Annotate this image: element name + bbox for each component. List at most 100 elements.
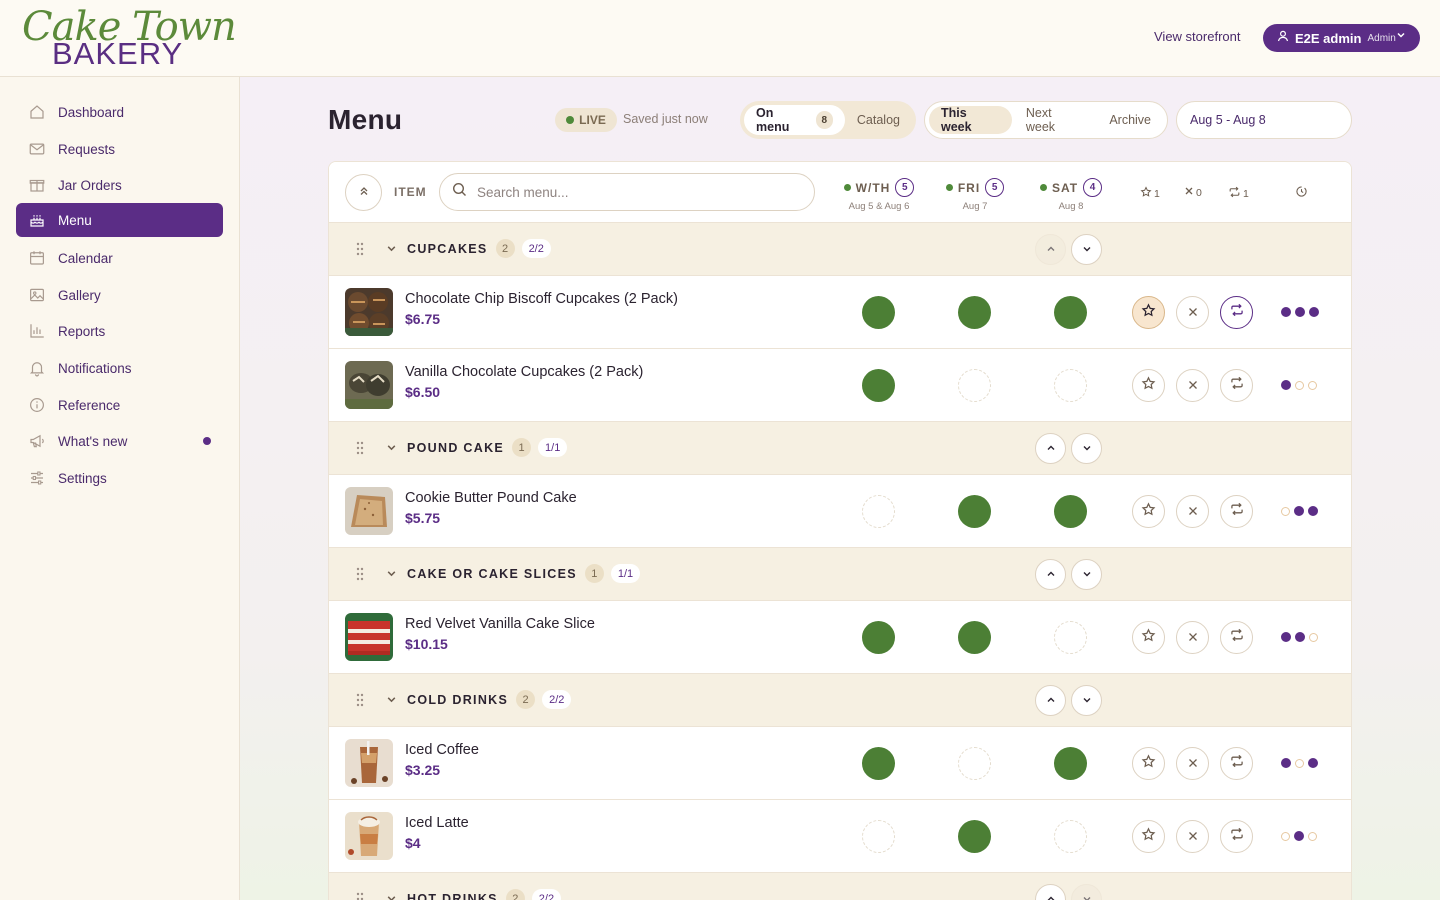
drag-handle-icon[interactable] <box>356 892 364 900</box>
chevron-down-icon[interactable] <box>386 241 397 259</box>
filled-dot <box>1308 506 1318 516</box>
remove-button[interactable] <box>1176 369 1209 402</box>
chevron-up-icon <box>1046 891 1056 900</box>
move-category-up-button[interactable] <box>1035 685 1066 716</box>
drag-handle-icon[interactable] <box>356 567 364 586</box>
chevron-down-icon[interactable] <box>386 692 397 710</box>
item-name[interactable]: Red Velvet Vanilla Cake Slice <box>405 616 595 632</box>
repeat-icon <box>1229 303 1245 322</box>
sidebar-item-menu[interactable]: Menu <box>16 203 223 237</box>
day-toggle-fri[interactable] <box>958 747 991 780</box>
move-category-down-button[interactable] <box>1071 685 1102 716</box>
day-header-fri[interactable]: FRI 5 Aug 7 <box>930 178 1020 212</box>
favorite-button[interactable] <box>1132 820 1165 853</box>
remove-button[interactable] <box>1176 621 1209 654</box>
day-toggle-fri[interactable] <box>958 296 991 329</box>
move-category-up-button[interactable] <box>1035 559 1066 590</box>
day-toggle-sat[interactable] <box>1054 820 1087 853</box>
drag-handle-icon[interactable] <box>356 242 364 261</box>
sidebar-item-requests[interactable]: Requests <box>16 132 223 166</box>
sidebar-item-calendar[interactable]: Calendar <box>16 241 223 275</box>
repeat-button[interactable] <box>1220 296 1253 329</box>
sidebar-item-gallery[interactable]: Gallery <box>16 278 223 312</box>
item-column-header: ITEM <box>394 185 427 199</box>
repeat-button[interactable] <box>1220 369 1253 402</box>
tab-catalog[interactable]: Catalog <box>845 105 912 135</box>
sidebar-item-what-s-new[interactable]: What's new <box>16 424 223 458</box>
day-toggle-fri[interactable] <box>958 495 991 528</box>
tab-next-week[interactable]: Next week <box>1014 106 1095 134</box>
day-toggle-wth[interactable] <box>862 369 895 402</box>
repeat-button[interactable] <box>1220 747 1253 780</box>
item-name[interactable]: Chocolate Chip Biscoff Cupcakes (2 Pack) <box>405 291 678 307</box>
item-name[interactable]: Vanilla Chocolate Cupcakes (2 Pack) <box>405 364 643 380</box>
remove-button[interactable] <box>1176 495 1209 528</box>
item-name[interactable]: Cookie Butter Pound Cake <box>405 490 577 506</box>
category-name: COLD DRINKS <box>407 693 509 707</box>
move-category-up-button[interactable] <box>1035 433 1066 464</box>
day-toggle-fri[interactable] <box>958 621 991 654</box>
collapse-all-button[interactable] <box>345 174 382 211</box>
sidebar-item-label: Dashboard <box>58 104 125 120</box>
day-toggle-wth[interactable] <box>862 621 895 654</box>
user-menu-button[interactable]: E2E admin Admin <box>1263 24 1420 52</box>
repeat-button[interactable] <box>1220 621 1253 654</box>
remove-button[interactable] <box>1176 296 1209 329</box>
history-icon[interactable] <box>1295 185 1308 203</box>
favorite-button[interactable] <box>1132 296 1165 329</box>
repeat-button[interactable] <box>1220 495 1253 528</box>
chevron-down-icon[interactable] <box>386 440 397 458</box>
day-toggle-wth[interactable] <box>862 296 895 329</box>
item-price: $6.50 <box>405 384 441 400</box>
tab-archive[interactable]: Archive <box>1097 106 1163 134</box>
day-toggle-fri[interactable] <box>958 820 991 853</box>
move-category-down-button[interactable] <box>1071 884 1102 900</box>
search-input[interactable] <box>477 184 797 200</box>
day-toggle-sat[interactable] <box>1054 621 1087 654</box>
repeat-button[interactable] <box>1220 820 1253 853</box>
move-category-down-button[interactable] <box>1071 234 1102 265</box>
drag-handle-icon[interactable] <box>356 693 364 712</box>
cake-town-bakery-logo[interactable]: Cake Town BAKERY <box>20 4 237 71</box>
move-category-up-button[interactable] <box>1035 884 1066 900</box>
item-photo <box>345 288 393 336</box>
chevron-down-icon[interactable] <box>386 891 397 900</box>
sidebar-item-jar-orders[interactable]: Jar Orders <box>16 168 223 202</box>
move-category-down-button[interactable] <box>1071 433 1102 464</box>
date-range-picker[interactable]: Aug 5 - Aug 8 <box>1176 101 1352 139</box>
filled-dot <box>1294 506 1304 516</box>
move-category-down-button[interactable] <box>1071 559 1102 590</box>
category-name: CUPCAKES <box>407 242 488 256</box>
day-toggle-sat[interactable] <box>1054 369 1087 402</box>
item-name[interactable]: Iced Latte <box>405 815 469 831</box>
day-header-wth[interactable]: W/TH 5 Aug 5 & Aug 6 <box>834 178 924 212</box>
favorite-button[interactable] <box>1132 621 1165 654</box>
sidebar-item-notifications[interactable]: Notifications <box>16 351 223 385</box>
day-toggle-sat[interactable] <box>1054 747 1087 780</box>
day-toggle-sat[interactable] <box>1054 495 1087 528</box>
item-name[interactable]: Iced Coffee <box>405 742 479 758</box>
day-toggle-sat[interactable] <box>1054 296 1087 329</box>
sidebar-item-settings[interactable]: Settings <box>16 461 223 495</box>
move-category-up-button[interactable] <box>1035 234 1066 265</box>
day-toggle-wth[interactable] <box>862 495 895 528</box>
favorite-button[interactable] <box>1132 747 1165 780</box>
view-storefront-link[interactable]: View storefront <box>1154 29 1240 44</box>
favorite-button[interactable] <box>1132 495 1165 528</box>
tab-on-menu[interactable]: On menu 8 <box>744 105 845 135</box>
day-toggle-wth[interactable] <box>862 747 895 780</box>
day-header-sat[interactable]: SAT 4 Aug 8 <box>1026 178 1116 212</box>
chevron-down-icon[interactable] <box>386 566 397 584</box>
filled-dot <box>1308 758 1318 768</box>
sidebar-item-dashboard[interactable]: Dashboard <box>16 95 223 129</box>
remove-button[interactable] <box>1176 747 1209 780</box>
sidebar-item-reports[interactable]: Reports <box>16 314 223 348</box>
favorite-button[interactable] <box>1132 369 1165 402</box>
tab-this-week[interactable]: This week <box>929 106 1012 134</box>
day-toggle-wth[interactable] <box>862 820 895 853</box>
category-name: CAKE OR CAKE SLICES <box>407 567 577 581</box>
drag-handle-icon[interactable] <box>356 441 364 460</box>
day-toggle-fri[interactable] <box>958 369 991 402</box>
remove-button[interactable] <box>1176 820 1209 853</box>
sidebar-item-reference[interactable]: Reference <box>16 388 223 422</box>
